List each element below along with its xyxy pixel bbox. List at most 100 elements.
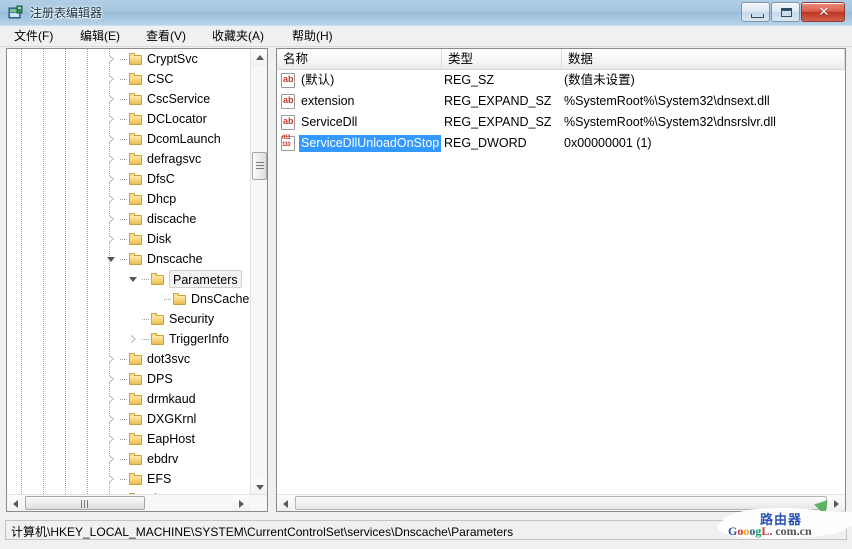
tree-item-parameters[interactable]: Parameters [7,269,250,289]
tree-guide-line [65,269,66,289]
tree-guide-line [65,209,66,229]
value-data-cell: (数值未设置) [564,70,635,91]
scroll-left-button[interactable] [7,495,24,511]
value-row[interactable]: (默认)REG_SZ(数值未设置) [277,70,845,91]
tree-item-efs[interactable]: EFS [7,469,250,489]
tree-item-dnscache[interactable]: DnsCache [7,289,250,309]
tree-connector-line [120,79,128,80]
tree-connector-line [120,119,128,120]
tree-guide-line [43,289,44,309]
tree-item-security[interactable]: Security [7,309,250,329]
menu-item-3[interactable]: 查看(V) [140,28,192,45]
expand-triangle-icon[interactable] [107,375,116,384]
tree-guide-line [65,309,66,329]
tree-item-dfsc[interactable]: DfsC [7,169,250,189]
menu-item-5[interactable]: 帮助(H) [286,28,339,45]
column-header-3[interactable]: 数据 [562,49,845,69]
tree-item-discache[interactable]: discache [7,209,250,229]
expand-triangle-icon[interactable] [107,355,116,364]
tree-guide-line [65,229,66,249]
tree-item-cryptsvc[interactable]: CryptSvc [7,49,250,69]
column-header-2[interactable]: 类型 [442,49,562,69]
expand-triangle-icon[interactable] [107,435,116,444]
tree-guide-line [21,269,22,289]
tree-item-drmkaud[interactable]: drmkaud [7,389,250,409]
tree-item-dcomlaunch[interactable]: DcomLaunch [7,129,250,149]
collapse-triangle-icon[interactable] [107,255,116,264]
watermark-letter: G [728,524,737,538]
tree-guide-line [21,129,22,149]
expand-triangle-icon[interactable] [107,95,116,104]
registry-tree: CryptSvcCSCCscServiceDCLocatorDcomLaunch… [7,49,250,496]
tree-connector-line [120,139,128,140]
expand-triangle-icon[interactable] [107,195,116,204]
menu-item-2[interactable]: 编辑(E) [74,28,126,45]
value-row[interactable]: extensionREG_EXPAND_SZ%SystemRoot%\Syste… [277,91,845,112]
tree-item-dot3svc[interactable]: dot3svc [7,349,250,369]
expand-triangle-icon[interactable] [107,395,116,404]
tree-item-dhcp[interactable]: Dhcp [7,189,250,209]
expand-triangle-icon[interactable] [107,415,116,424]
tree-horizontal-scroll-thumb[interactable] [25,496,145,510]
tree-item-dxgkrnl[interactable]: DXGKrnl [7,409,250,429]
tree-guide-line [87,189,88,209]
expand-triangle-icon[interactable] [107,475,116,484]
tree-item-eaphost[interactable]: EapHost [7,429,250,449]
expand-triangle-icon[interactable] [129,335,138,344]
registry-values-pane: 名称类型数据 (默认)REG_SZ(数值未设置)extensionREG_EXP… [276,48,846,512]
minimize-button[interactable] [741,2,770,22]
pane-splitter[interactable] [268,48,276,512]
expand-triangle-icon[interactable] [107,235,116,244]
expand-triangle-icon[interactable] [107,215,116,224]
menu-item-1[interactable]: 文件(F) [8,28,59,45]
tree-guide-line [65,449,66,469]
tree-item-cscservice[interactable]: CscService [7,89,250,109]
collapse-triangle-icon[interactable] [129,275,138,284]
expand-triangle-icon[interactable] [107,455,116,464]
expand-triangle-icon[interactable] [107,175,116,184]
tree-guide-line [65,369,66,389]
listview-rows: (默认)REG_SZ(数值未设置)extensionREG_EXPAND_SZ%… [277,70,845,490]
folder-icon [151,313,165,325]
tree-vertical-scrollbar[interactable] [250,49,267,496]
expand-triangle-icon[interactable] [107,135,116,144]
expand-triangle-icon[interactable] [107,55,116,64]
tree-guide-line [87,129,88,149]
registry-editor-icon [8,5,24,21]
tree-guide-line [109,309,110,329]
scroll-left-button[interactable] [277,495,294,511]
tree-item-ebdrv[interactable]: ebdrv [7,449,250,469]
tree-guide-line [21,209,22,229]
tree-item-csc[interactable]: CSC [7,69,250,89]
tree-item-triggerinfo[interactable]: TriggerInfo [7,329,250,349]
tree-connector-line [142,279,150,280]
expand-triangle-icon[interactable] [107,75,116,84]
tree-guide-line [21,109,22,129]
tree-item-dclocator[interactable]: DCLocator [7,109,250,129]
tree-horizontal-scrollbar[interactable] [7,494,267,511]
tree-guide-line [43,269,44,289]
tree-guide-line [87,249,88,269]
close-button[interactable]: ✕ [801,2,845,22]
value-row[interactable]: ServiceDllUnloadOnStopREG_DWORD0x0000000… [277,133,845,154]
watermark-letter: . com.cn [769,524,811,538]
expand-triangle-icon[interactable] [107,155,116,164]
tree-guide-line [87,409,88,429]
value-row[interactable]: ServiceDllREG_EXPAND_SZ%SystemRoot%\Syst… [277,112,845,133]
menu-item-4[interactable]: 收藏夹(A) [206,28,270,45]
scroll-right-button[interactable] [233,495,250,511]
chevron-right-icon [239,500,244,508]
tree-item-dnscache[interactable]: Dnscache [7,249,250,269]
tree-item-disk[interactable]: Disk [7,229,250,249]
maximize-button[interactable] [771,2,800,22]
column-header-1[interactable]: 名称 [277,49,442,69]
tree-item-defragsvc[interactable]: defragsvc [7,149,250,169]
tree-guide-line [43,349,44,369]
tree-vertical-scroll-thumb[interactable] [252,152,267,180]
title-bar[interactable]: 注册表编辑器 ✕ [0,0,852,26]
tree-guide-line [43,329,44,349]
tree-item-dps[interactable]: DPS [7,369,250,389]
expand-triangle-icon[interactable] [107,115,116,124]
tree-item-label: Disk [147,229,171,249]
scroll-up-button[interactable] [251,49,268,66]
